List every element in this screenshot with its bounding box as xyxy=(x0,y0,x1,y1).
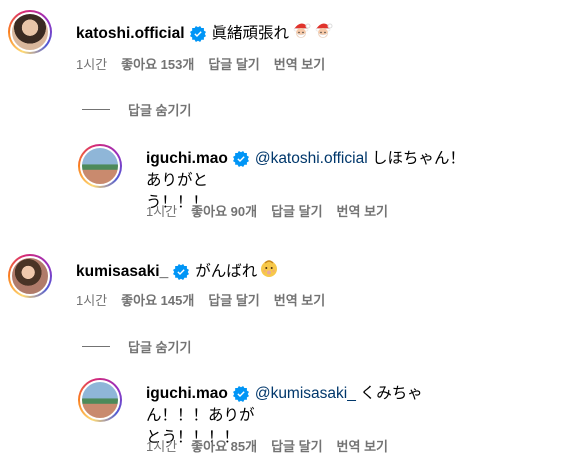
santa-emoji-icon xyxy=(291,20,311,47)
comment-text: 眞緒頑張れ xyxy=(211,24,290,42)
divider xyxy=(82,109,110,110)
reply-button[interactable]: 답글 달기 xyxy=(208,292,259,310)
verified-badge-icon xyxy=(233,386,249,402)
translate-button[interactable]: 번역 보기 xyxy=(337,438,388,456)
baby-emoji-icon xyxy=(259,258,279,285)
reply-button[interactable]: 답글 달기 xyxy=(271,203,322,221)
comment-time: 1시간 xyxy=(146,204,178,219)
verified-badge-icon xyxy=(173,264,189,280)
translate-button[interactable]: 번역 보기 xyxy=(337,203,388,221)
comment-username[interactable]: iguchi.mao xyxy=(146,150,228,167)
divider xyxy=(82,346,110,347)
avatar[interactable] xyxy=(78,378,122,422)
comment-time: 1시간 xyxy=(76,57,108,72)
reply-button[interactable]: 답글 달기 xyxy=(208,56,259,74)
mention-link[interactable]: @kumisasaki_ xyxy=(255,385,356,402)
comment-time: 1시간 xyxy=(146,439,178,454)
mention-link[interactable]: @katoshi.official xyxy=(255,150,368,167)
hide-replies-label: 답글 숨기기 xyxy=(128,103,192,118)
verified-badge-icon xyxy=(190,26,206,42)
avatar[interactable] xyxy=(8,10,52,54)
comment-username[interactable]: katoshi.official xyxy=(76,23,185,45)
verified-badge-icon xyxy=(233,151,249,167)
avatar[interactable] xyxy=(78,144,122,188)
comment-username[interactable]: kumisasaki_ xyxy=(76,261,168,283)
translate-button[interactable]: 번역 보기 xyxy=(274,292,325,310)
likes-count[interactable]: 좋아요 90개 xyxy=(191,203,257,221)
likes-count[interactable]: 좋아요 85개 xyxy=(191,438,257,456)
reply-button[interactable]: 답글 달기 xyxy=(271,438,322,456)
translate-button[interactable]: 번역 보기 xyxy=(274,56,325,74)
santa-emoji-icon xyxy=(313,20,333,47)
comment-time: 1시간 xyxy=(76,293,108,308)
hide-replies-button[interactable]: 답글 숨기기 xyxy=(82,337,191,356)
likes-count[interactable]: 좋아요 153개 xyxy=(121,56,194,74)
hide-replies-button[interactable]: 답글 숨기기 xyxy=(82,100,191,119)
avatar[interactable] xyxy=(8,254,52,298)
comment-username[interactable]: iguchi.mao xyxy=(146,385,228,402)
comment-text: がんばれ xyxy=(195,262,258,280)
likes-count[interactable]: 좋아요 145개 xyxy=(121,292,194,310)
hide-replies-label: 답글 숨기기 xyxy=(128,340,192,355)
